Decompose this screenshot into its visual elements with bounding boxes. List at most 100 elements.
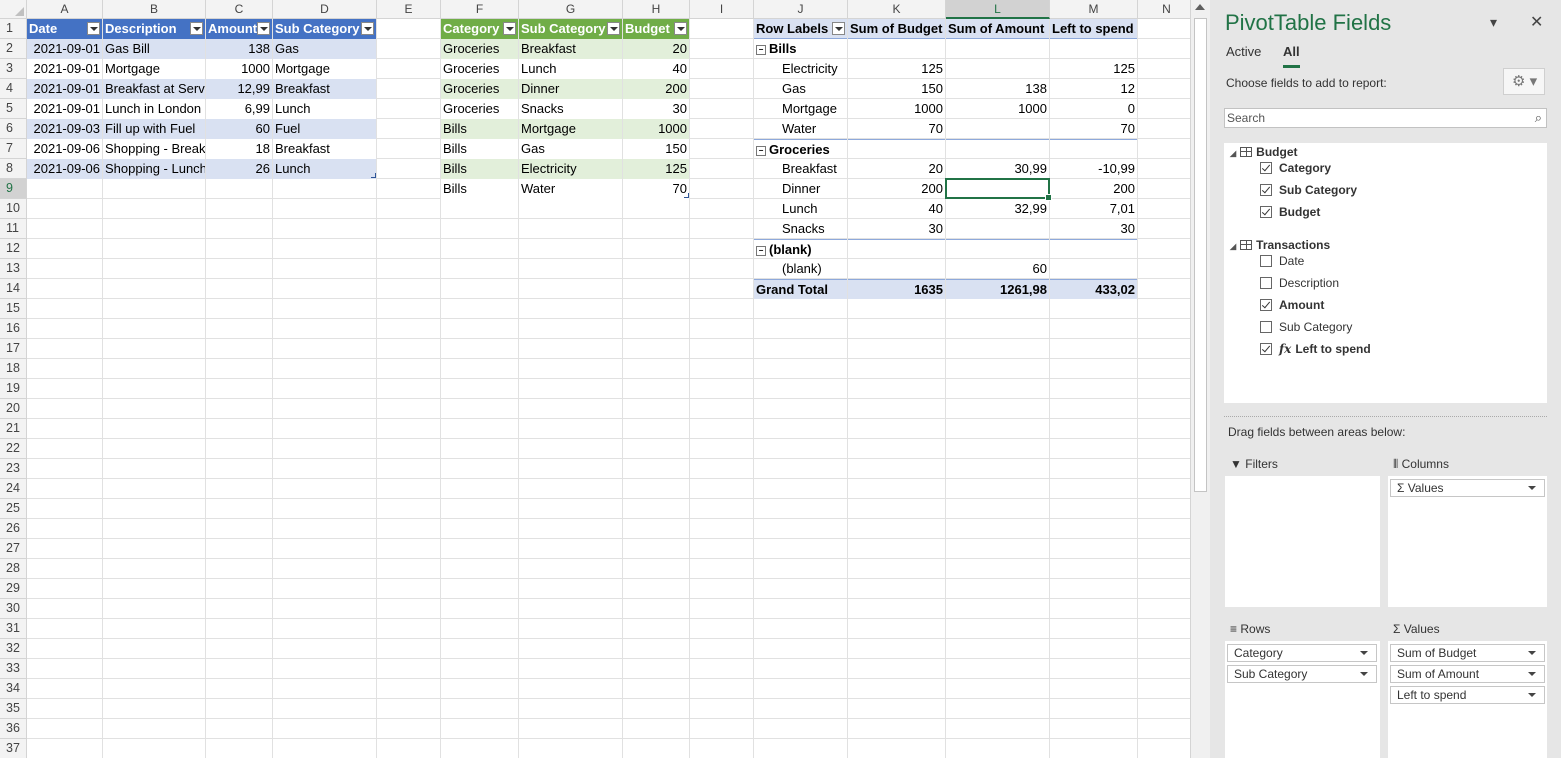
pivot-row-label[interactable]: (blank) [754,259,847,279]
filter-dropdown-icon[interactable] [87,22,100,35]
pivot-value[interactable]: 138 [946,79,1049,99]
budget-cell[interactable]: Groceries [441,99,518,119]
row-header[interactable]: 9 [0,179,27,199]
pivot-row-label[interactable]: Gas [754,79,847,99]
row-header[interactable]: 20 [0,399,27,419]
pivot-value[interactable] [848,259,945,279]
vertical-scrollbar[interactable] [1190,0,1210,758]
transactions-cell[interactable]: 138 [206,39,272,59]
checkbox-icon[interactable] [1260,321,1272,333]
collapse-icon[interactable]: − [756,45,766,55]
pivot-header[interactable]: Sum of Budget [848,19,945,39]
budget-cell[interactable]: 40 [623,59,689,79]
column-header-i[interactable]: I [690,0,754,19]
column-header-j[interactable]: J [754,0,848,19]
row-header[interactable]: 19 [0,379,27,399]
column-header-m[interactable]: M [1050,0,1138,19]
checkbox-icon[interactable] [1260,299,1272,311]
transactions-cell[interactable]: Breakfast [273,139,376,159]
checkbox-icon[interactable] [1260,255,1272,267]
field-amount[interactable]: Amount [1260,298,1324,312]
table-resize-handle[interactable] [371,173,376,178]
pivot-value[interactable]: 1000 [848,99,945,119]
transactions-cell[interactable]: Shopping - Break [103,139,205,159]
pivot-value[interactable]: 0 [1050,99,1137,119]
transactions-cell[interactable]: 2021-09-01 [27,79,102,99]
scroll-up-icon[interactable] [1195,4,1205,10]
pivot-cell[interactable] [848,39,945,59]
table-budget[interactable]: ◢ Budget [1230,145,1297,159]
row-header[interactable]: 7 [0,139,27,159]
values-left-to-spend-pill[interactable]: Left to spend [1390,686,1545,704]
rows-subcategory-pill[interactable]: Sub Category [1227,665,1377,683]
field-search-input[interactable]: Search ⌕ [1224,108,1547,128]
grand-total-value[interactable]: 433,02 [1050,279,1137,299]
budget-cell[interactable]: 30 [623,99,689,119]
pivot-value[interactable]: 150 [848,79,945,99]
row-header[interactable]: 37 [0,739,27,758]
transactions-cell[interactable]: Lunch [273,99,376,119]
row-header[interactable]: 29 [0,579,27,599]
budget-cell[interactable]: Groceries [441,59,518,79]
column-header-l[interactable]: L [946,0,1050,19]
pivot-value[interactable]: 30,99 [946,159,1049,179]
pivot-row-label[interactable]: Breakfast [754,159,847,179]
filter-dropdown-icon[interactable] [361,22,374,35]
pivot-cell[interactable] [1050,239,1137,259]
pivot-group-row[interactable]: − Bills [754,39,847,59]
row-header[interactable]: 18 [0,359,27,379]
row-header[interactable]: 8 [0,159,27,179]
pivot-value[interactable] [946,59,1049,79]
budget-cell[interactable]: Breakfast [519,39,622,59]
transactions-cell[interactable]: 2021-09-06 [27,159,102,179]
column-header-d[interactable]: D [273,0,377,19]
transactions-cell[interactable]: Breakfast at Serv [103,79,205,99]
row-header[interactable]: 16 [0,319,27,339]
transactions-cell[interactable]: Gas [273,39,376,59]
table-resize-handle[interactable] [684,193,689,198]
pivot-cell[interactable] [946,239,1049,259]
transactions-cell[interactable]: 2021-09-06 [27,139,102,159]
rows-category-pill[interactable]: Category [1227,644,1377,662]
table-transactions[interactable]: ◢ Transactions [1230,238,1330,252]
budget-cell[interactable]: Electricity [519,159,622,179]
row-header[interactable]: 15 [0,299,27,319]
pivot-value[interactable]: 7,01 [1050,199,1137,219]
transactions-cell[interactable]: Breakfast [273,79,376,99]
row-header[interactable]: 31 [0,619,27,639]
column-header-f[interactable]: F [441,0,519,19]
pivot-value[interactable]: 60 [946,259,1049,279]
budget-cell[interactable]: 20 [623,39,689,59]
grand-total-value[interactable]: 1261,98 [946,279,1049,299]
transactions-cell[interactable]: 2021-09-03 [27,119,102,139]
row-header[interactable]: 30 [0,599,27,619]
pivot-value[interactable]: 30 [848,219,945,239]
budget-cell[interactable]: Dinner [519,79,622,99]
filter-dropdown-icon[interactable] [607,22,620,35]
row-header[interactable]: 3 [0,59,27,79]
values-sum-budget-pill[interactable]: Sum of Budget [1390,644,1545,662]
column-header-h[interactable]: H [623,0,690,19]
pivot-cell[interactable] [1050,39,1137,59]
budget-cell[interactable]: Bills [441,119,518,139]
transactions-cell[interactable]: 60 [206,119,272,139]
pivot-row-label[interactable]: Electricity [754,59,847,79]
transactions-header[interactable]: Amount [206,19,272,39]
row-header[interactable]: 25 [0,499,27,519]
pivot-header[interactable]: Row Labels [754,19,847,39]
column-header-b[interactable]: B [103,0,206,19]
row-header[interactable]: 6 [0,119,27,139]
transactions-cell[interactable]: Lunch [273,159,376,179]
pivot-value[interactable]: 30 [1050,219,1137,239]
pivot-value[interactable]: -10,99 [1050,159,1137,179]
transactions-header[interactable]: Date [27,19,102,39]
field-budget[interactable]: Budget [1260,205,1320,219]
transactions-cell[interactable]: Fill up with Fuel [103,119,205,139]
tab-all[interactable]: All [1283,44,1300,68]
collapse-icon[interactable]: − [756,146,766,156]
values-sum-amount-pill[interactable]: Sum of Amount [1390,665,1545,683]
filter-dropdown-icon[interactable] [674,22,687,35]
pivot-row-label[interactable]: Water [754,119,847,139]
row-header[interactable]: 23 [0,459,27,479]
transactions-cell[interactable]: Lunch in London [103,99,205,119]
